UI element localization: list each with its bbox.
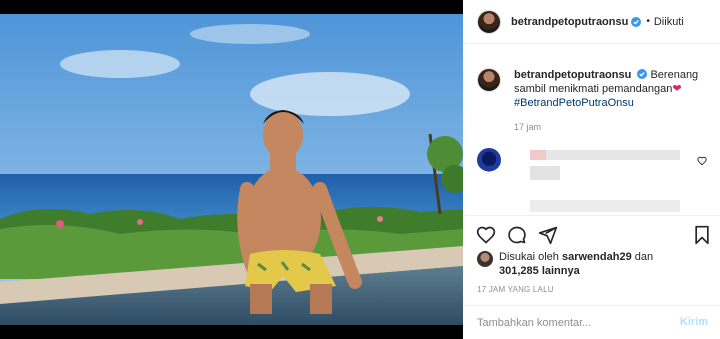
commenter-avatar[interactable] (477, 148, 501, 172)
add-comment-bar: Kirim (463, 305, 720, 339)
author-avatar[interactable] (477, 9, 501, 34)
post-image (0, 14, 463, 325)
bookmark-icon[interactable] (693, 225, 711, 245)
post-timestamp[interactable]: 17 JAM YANG LALU (477, 285, 554, 294)
caption-username[interactable]: betrandpetoputraonsu (514, 69, 631, 81)
blurred-comment-meta (530, 166, 560, 180)
blurred-comment-text (530, 150, 680, 160)
author-username[interactable]: betrandpetoputraonsu (511, 16, 628, 28)
post-caption: betrandpetoputraonsu Berenang sambil men… (477, 68, 713, 110)
post-header: betrandpetoputraonsu • Diikuti (463, 0, 720, 44)
caption-avatar[interactable] (477, 68, 501, 92)
likes-text: Disukai oleh sarwendah29 dan 301,285 lai… (499, 250, 653, 278)
blurred-next-comment (530, 200, 680, 212)
verified-badge-icon (637, 69, 648, 79)
comment-input[interactable] (477, 314, 657, 332)
follow-status-button[interactable]: Diikuti (654, 16, 684, 28)
comment-icon[interactable] (507, 225, 527, 245)
post-side-panel: betrandpetoputraonsu • Diikuti betrandpe… (463, 0, 720, 339)
likes-and: dan (634, 251, 654, 263)
red-heart-emoji-icon: ❤ (672, 83, 682, 95)
action-bar (463, 215, 720, 255)
likes-summary: Disukai oleh sarwendah29 dan 301,285 lai… (477, 250, 713, 278)
comment-like-heart-icon[interactable] (697, 156, 707, 166)
caption-text-block: betrandpetoputraonsu Berenang sambil men… (514, 68, 713, 110)
blurred-comment-username (530, 150, 546, 160)
liked-by-username[interactable]: sarwendah29 (562, 251, 632, 263)
caption-timestamp: 17 jam (514, 122, 542, 132)
likes-suffix[interactable]: lainnya (542, 265, 580, 277)
heart-icon[interactable] (476, 225, 496, 245)
post-comment-button[interactable]: Kirim (680, 316, 708, 328)
post-photo[interactable] (0, 14, 463, 325)
verified-badge-icon (631, 16, 642, 27)
caption-hashtag[interactable]: #BetrandPetoPutraOnsu (514, 97, 634, 109)
liker-avatar[interactable] (477, 251, 493, 267)
likes-prefix: Disukai oleh (499, 251, 559, 263)
paper-plane-icon[interactable] (538, 225, 558, 245)
instagram-post-modal: betrandpetoputraonsu • Diikuti betrandpe… (0, 0, 720, 339)
likes-count[interactable]: 301,285 (499, 265, 539, 277)
separator-dot: • (646, 16, 650, 27)
comment-item (477, 148, 713, 212)
